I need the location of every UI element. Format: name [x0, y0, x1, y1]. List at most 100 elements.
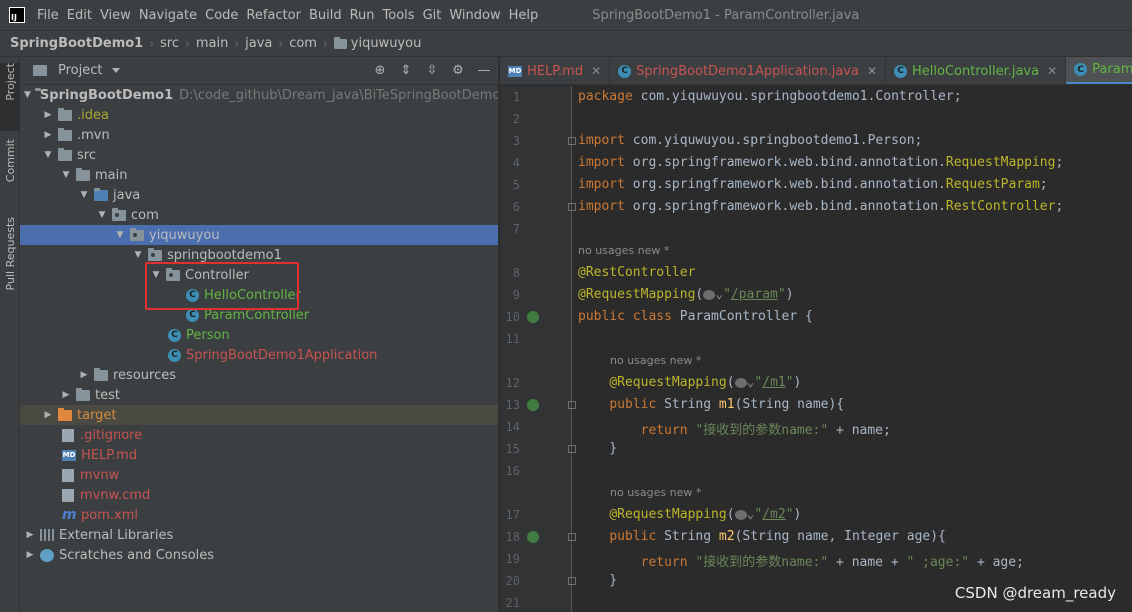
menu-navigate[interactable]: Navigate	[139, 8, 197, 23]
tab-help-md[interactable]: MD HELP.md ✕	[500, 57, 611, 84]
locate-file-icon[interactable]: ⊕	[372, 62, 388, 78]
chevron-down-icon[interactable]	[112, 68, 121, 73]
menu-window[interactable]: Window	[449, 8, 500, 23]
line-number: 9	[512, 288, 520, 302]
chevron-down-icon[interactable]: ▼	[60, 169, 72, 181]
gear-icon[interactable]: ⚙	[450, 62, 466, 78]
hide-panel-icon[interactable]: —	[476, 62, 492, 78]
breadcrumb-project[interactable]: SpringBootDemo1	[10, 36, 143, 51]
chevron-right-icon[interactable]: ▶	[42, 409, 54, 421]
tree-node-external-libraries[interactable]: ▶ External Libraries	[20, 525, 498, 545]
tree-label: SpringBootDemo1	[39, 87, 174, 103]
chevron-down-icon[interactable]: ▼	[114, 229, 126, 241]
tree-node-test[interactable]: ▶ test	[20, 385, 498, 405]
chevron-down-icon[interactable]: ▼	[132, 249, 144, 261]
code-line: package com.yiquwuyou.springbootdemo1.Co…	[578, 89, 962, 104]
chevron-right-icon[interactable]: ▶	[78, 369, 90, 381]
chevron-right-icon[interactable]: ▶	[24, 549, 36, 561]
chevron-right-icon[interactable]: ▶	[42, 129, 54, 141]
chevron-right-icon: ›	[322, 36, 328, 51]
tool-tab-pull-requests[interactable]: Pull Requests	[0, 217, 20, 307]
tree-node-scratches[interactable]: ▶ Scratches and Consoles	[20, 545, 498, 565]
menu-tools[interactable]: Tools	[383, 8, 415, 23]
breadcrumb-src[interactable]: src	[160, 36, 179, 51]
close-icon[interactable]: ✕	[1047, 64, 1057, 78]
line-number: 18	[505, 530, 520, 544]
project-panel-title[interactable]: Project	[58, 63, 102, 78]
intellij-logo-icon[interactable]: IJ	[9, 7, 25, 23]
chevron-right-icon[interactable]: ▶	[42, 109, 54, 121]
chevron-down-icon[interactable]: ▼	[42, 149, 54, 161]
spring-bean-icon[interactable]	[527, 531, 539, 543]
tab-application[interactable]: C SpringBootDemo1Application.java ✕	[610, 57, 887, 84]
menu-help[interactable]: Help	[509, 8, 539, 23]
usages-hint[interactable]: no usages new *	[610, 486, 701, 499]
code-line: return "接收到的参数name:" + name;	[640, 423, 891, 438]
class-icon: C	[186, 308, 199, 322]
spring-bean-icon[interactable]	[527, 311, 539, 323]
chevron-down-icon[interactable]: ▼	[96, 209, 108, 221]
tree-node-idea[interactable]: ▶ .idea	[20, 105, 498, 125]
tree-label: target	[77, 407, 117, 423]
menu-build[interactable]: Build	[309, 8, 342, 23]
chevron-right-icon[interactable]: ▶	[24, 529, 36, 541]
spring-bean-icon[interactable]	[527, 399, 539, 411]
close-icon[interactable]: ✕	[867, 64, 877, 78]
tool-tab-project[interactable]: Project	[0, 63, 20, 131]
usages-hint[interactable]: no usages new *	[578, 244, 669, 257]
project-path: D:\code_github\Dream_java\BiTeSpringBoot…	[179, 87, 499, 103]
breadcrumb-yiquwuyou[interactable]: yiquwuyou	[333, 36, 421, 51]
menu-refactor[interactable]: Refactor	[246, 8, 301, 23]
usages-hint[interactable]: no usages new *	[610, 354, 701, 367]
code-area[interactable]: package com.yiquwuyou.springbootdemo1.Co…	[572, 86, 1132, 612]
collapse-all-icon[interactable]: ⇳	[424, 62, 440, 78]
menu-run[interactable]: Run	[350, 8, 375, 23]
tree-node-application[interactable]: C SpringBootDemo1Application	[20, 345, 498, 365]
breadcrumb-java[interactable]: java	[245, 36, 272, 51]
tree-node-target[interactable]: ▶ target	[20, 405, 498, 425]
markdown-icon: MD	[62, 449, 76, 461]
chevron-down-icon[interactable]: ▼	[24, 89, 31, 101]
tab-label: HELP.md	[527, 63, 584, 79]
tree-node-src[interactable]: ▼ src	[20, 145, 498, 165]
line-number: 5	[512, 178, 520, 192]
class-icon: C	[168, 328, 181, 342]
menu-git[interactable]: Git	[423, 8, 442, 23]
breadcrumb: SpringBootDemo1 › src › main › java › co…	[0, 30, 1132, 57]
chevron-down-icon[interactable]: ▼	[78, 189, 90, 201]
line-number: 6	[512, 200, 520, 214]
menu-edit[interactable]: Edit	[67, 8, 92, 23]
tree-node-com[interactable]: ▼ com	[20, 205, 498, 225]
tree-node-help-md[interactable]: MD HELP.md	[20, 445, 498, 465]
tree-node-yiquwuyou[interactable]: ▼ yiquwuyou	[20, 225, 498, 245]
breadcrumb-com[interactable]: com	[289, 36, 317, 51]
code-line: import org.springframework.web.bind.anno…	[578, 199, 1064, 214]
tool-tab-commit[interactable]: Commit	[0, 139, 20, 199]
breadcrumb-main[interactable]: main	[196, 36, 228, 51]
spring-boot-class-icon: C	[168, 348, 181, 362]
chevron-right-icon[interactable]: ▶	[60, 389, 72, 401]
menu-view[interactable]: View	[100, 8, 131, 23]
menu-code[interactable]: Code	[205, 8, 238, 23]
tree-node-pom-xml[interactable]: m pom.xml	[20, 505, 498, 525]
script-icon	[62, 488, 74, 502]
expand-all-icon[interactable]: ⇕	[398, 62, 414, 78]
tree-node-mvnw[interactable]: mvnw	[20, 465, 498, 485]
menu-file[interactable]: File	[37, 8, 59, 23]
tree-node-project-root[interactable]: ▼ SpringBootDemo1 D:\code_github\Dream_j…	[20, 85, 499, 105]
tree-node-java[interactable]: ▼ java	[20, 185, 498, 205]
tab-label: SpringBootDemo1Application.java	[636, 63, 859, 79]
tree-node-gitignore[interactable]: .gitignore	[20, 425, 498, 445]
code-line: public String m1(String name){	[609, 397, 845, 412]
tree-node-mvnw-cmd[interactable]: mvnw.cmd	[20, 485, 498, 505]
tab-paramcontroller[interactable]: C ParamController	[1066, 57, 1132, 84]
tab-hellocontroller[interactable]: C HelloController.java ✕	[886, 57, 1067, 84]
tree-node-person[interactable]: C Person	[20, 325, 498, 345]
tree-node-main[interactable]: ▼ main	[20, 165, 498, 185]
project-view-icon	[33, 65, 47, 76]
tree-label: main	[95, 167, 128, 183]
tree-node-mvn[interactable]: ▶ .mvn	[20, 125, 498, 145]
tree-node-resources[interactable]: ▶ resources	[20, 365, 498, 385]
close-icon[interactable]: ✕	[591, 64, 601, 78]
excluded-folder-icon	[58, 407, 72, 421]
